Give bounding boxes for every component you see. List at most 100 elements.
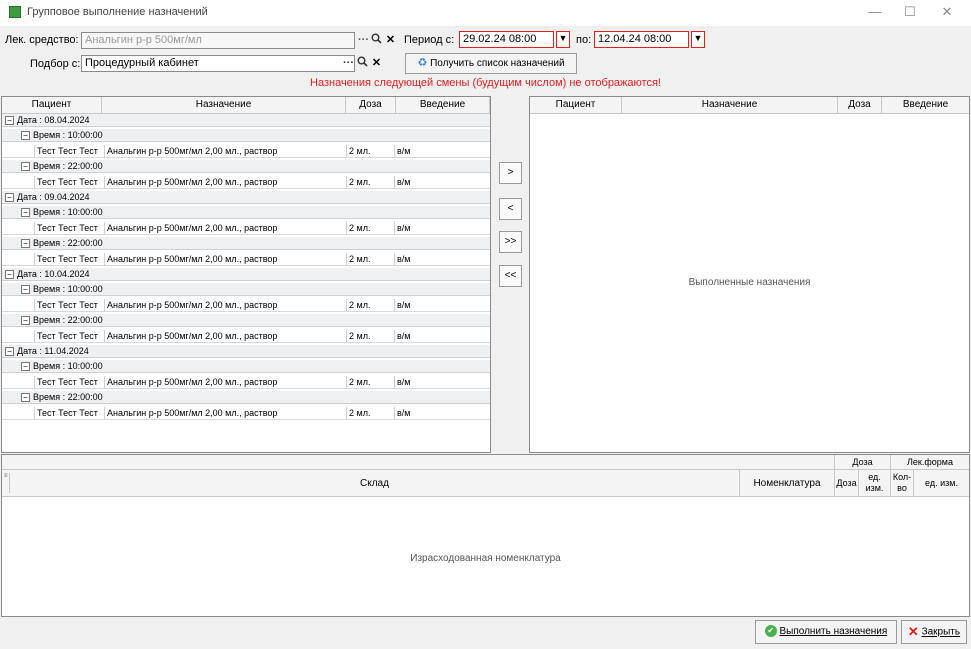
collapse-icon[interactable]: − bbox=[21, 239, 30, 249]
clear-icon[interactable]: ✕ bbox=[370, 56, 383, 71]
column-header[interactable]: Склад bbox=[10, 470, 740, 497]
patient-cell: Тест Тест Тест bbox=[34, 375, 104, 389]
column-header[interactable]: Доза bbox=[835, 470, 859, 497]
orders-grid-header: Пациент Назначение Доза Введение bbox=[2, 97, 490, 114]
time-group-row[interactable]: − Время : 22:00:00 bbox=[2, 160, 490, 174]
column-header[interactable]: Назначение bbox=[102, 97, 346, 114]
table-row[interactable]: Тест Тест Тест Анальгин р-р 500мг/мл 2,00… bbox=[2, 252, 490, 266]
time-group-row[interactable]: − Время : 10:00:00 bbox=[2, 129, 490, 143]
close-icon: ✕ bbox=[907, 624, 919, 639]
table-row[interactable]: Тест Тест Тест Анальгин р-р 500мг/мл 2,00… bbox=[2, 406, 490, 420]
date-group-row[interactable]: − Дата : 08.04.2024 bbox=[2, 114, 490, 127]
order-cell: Анальгин р-р 500мг/мл 2,00 мл., раствор bbox=[104, 406, 346, 420]
move-left-button[interactable]: < bbox=[499, 198, 522, 220]
collapse-icon[interactable]: − bbox=[21, 208, 30, 218]
collapse-icon[interactable]: − bbox=[21, 362, 30, 372]
maximize-button[interactable]: ☐ bbox=[893, 0, 927, 26]
chevron-down-icon[interactable]: ▼ bbox=[691, 31, 705, 48]
period-from-label: Период с: bbox=[404, 34, 455, 46]
collapse-icon[interactable]: − bbox=[21, 285, 30, 295]
patient-cell: Тест Тест Тест bbox=[34, 221, 104, 235]
column-header[interactable]: Пациент bbox=[530, 97, 622, 114]
dose-cell: 2 мл. bbox=[346, 329, 394, 343]
order-cell: Анальгин р-р 500мг/мл 2,00 мл., раствор bbox=[104, 221, 346, 235]
time-group-row[interactable]: − Время : 22:00:00 bbox=[2, 314, 490, 328]
order-cell: Анальгин р-р 500мг/мл 2,00 мл., раствор bbox=[104, 329, 346, 343]
column-header[interactable]: Доза bbox=[346, 97, 396, 114]
selection-field[interactable]: Процедурный кабинет bbox=[81, 55, 355, 72]
patient-cell: Тест Тест Тест bbox=[34, 144, 104, 158]
period-to-field[interactable]: 12.04.24 08:00 bbox=[594, 31, 689, 48]
collapse-icon[interactable]: − bbox=[5, 193, 14, 202]
time-group-row[interactable]: − Время : 22:00:00 bbox=[2, 237, 490, 251]
table-row[interactable]: Тест Тест Тест Анальгин р-р 500мг/мл 2,00… bbox=[2, 175, 490, 189]
collapse-icon[interactable]: − bbox=[21, 316, 30, 326]
chevron-down-icon[interactable]: ▼ bbox=[556, 31, 570, 48]
group-label: Время : 22:00:00 bbox=[33, 238, 103, 249]
time-group-row[interactable]: − Время : 10:00:00 bbox=[2, 206, 490, 220]
dose-group-header: Доза bbox=[835, 455, 891, 470]
table-row[interactable]: Тест Тест Тест Анальгин р-р 500мг/мл 2,00… bbox=[2, 375, 490, 389]
table-row[interactable]: Тест Тест Тест Анальгин р-р 500мг/мл 2,00… bbox=[2, 329, 490, 343]
column-header[interactable]: Номенклатура bbox=[740, 470, 835, 497]
header-line: Кол- bbox=[892, 472, 912, 482]
collapse-icon[interactable]: − bbox=[5, 347, 14, 356]
header-line: изм. bbox=[865, 483, 884, 493]
column-header[interactable]: Назначение bbox=[622, 97, 838, 114]
get-list-button[interactable]: ♻ Получить список назначений bbox=[405, 53, 577, 74]
move-right-button[interactable]: > bbox=[499, 162, 522, 184]
group-label: Время : 10:00:00 bbox=[33, 130, 103, 141]
completed-grid[interactable]: Пациент Назначение Доза Введение Выполне… bbox=[529, 96, 970, 453]
patient-cell: Тест Тест Тест bbox=[34, 329, 104, 343]
route-cell: в/м bbox=[394, 329, 490, 343]
column-header[interactable]: Кол-во bbox=[891, 470, 914, 497]
collapse-icon[interactable]: − bbox=[5, 270, 14, 279]
clear-icon[interactable]: ✕ bbox=[384, 33, 397, 48]
order-cell: Анальгин р-р 500мг/мл 2,00 мл., раствор bbox=[104, 375, 346, 389]
close-window-button[interactable]: ✕ bbox=[930, 0, 964, 26]
column-header[interactable]: Доза bbox=[838, 97, 882, 114]
time-group-row[interactable]: − Время : 22:00:00 bbox=[2, 391, 490, 405]
column-header[interactable]: Введение bbox=[396, 97, 490, 114]
column-header[interactable]: Введение bbox=[882, 97, 969, 114]
route-cell: в/м bbox=[394, 175, 490, 189]
orders-grid[interactable]: Пациент Назначение Доза Введение − Дата :… bbox=[1, 96, 491, 453]
date-group-row[interactable]: − Дата : 09.04.2024 bbox=[2, 191, 490, 204]
table-row[interactable]: Тест Тест Тест Анальгин р-р 500мг/мл 2,00… bbox=[2, 144, 490, 158]
collapse-icon[interactable]: − bbox=[21, 162, 30, 172]
close-button[interactable]: ✕ Закрыть bbox=[901, 620, 967, 644]
get-list-label: Получить список назначений bbox=[430, 58, 565, 69]
completed-placeholder: Выполненные назначения bbox=[688, 277, 811, 288]
search-icon[interactable] bbox=[370, 33, 383, 48]
nomenclature-grid[interactable]: Доза Лек.форма ≡ Склад Номенклатура Доза… bbox=[1, 454, 970, 617]
time-group-row[interactable]: − Время : 10:00:00 bbox=[2, 283, 490, 297]
ellipsis-icon[interactable]: ··· bbox=[357, 33, 370, 48]
collapse-icon[interactable]: − bbox=[5, 116, 14, 125]
move-all-left-button[interactable]: << bbox=[499, 265, 522, 287]
table-row[interactable]: Тест Тест Тест Анальгин р-р 500мг/мл 2,00… bbox=[2, 298, 490, 312]
ellipsis-icon[interactable]: ··· bbox=[342, 56, 355, 71]
order-cell: Анальгин р-р 500мг/мл 2,00 мл., раствор bbox=[104, 298, 346, 312]
route-cell: в/м bbox=[394, 298, 490, 312]
selection-label: Подбор с: bbox=[30, 58, 81, 70]
patient-cell: Тест Тест Тест bbox=[34, 406, 104, 420]
move-all-right-button[interactable]: >> bbox=[499, 231, 522, 253]
drug-field[interactable]: Анальгин р-р 500мг/мл bbox=[81, 32, 355, 49]
column-header[interactable]: ед. изм. bbox=[859, 470, 891, 497]
period-from-field[interactable]: 29.02.24 08:00 bbox=[459, 31, 554, 48]
time-group-row[interactable]: − Время : 10:00:00 bbox=[2, 360, 490, 374]
order-cell: Анальгин р-р 500мг/мл 2,00 мл., раствор bbox=[104, 175, 346, 189]
collapse-icon[interactable]: − bbox=[21, 131, 30, 141]
date-group-row[interactable]: − Дата : 11.04.2024 bbox=[2, 345, 490, 358]
route-cell: в/м bbox=[394, 221, 490, 235]
minimize-button[interactable]: — bbox=[858, 0, 892, 26]
refresh-icon: ♻ bbox=[417, 57, 428, 69]
execute-button[interactable]: ✔ Выполнить назначения bbox=[755, 620, 897, 644]
date-group-row[interactable]: − Дата : 10.04.2024 bbox=[2, 268, 490, 281]
search-icon[interactable] bbox=[356, 56, 369, 71]
column-header[interactable]: Пациент bbox=[2, 97, 102, 114]
table-row[interactable]: Тест Тест Тест Анальгин р-р 500мг/мл 2,00… bbox=[2, 221, 490, 235]
group-label: Время : 10:00:00 bbox=[33, 284, 103, 295]
collapse-icon[interactable]: − bbox=[21, 393, 30, 403]
column-header[interactable]: ед. изм. bbox=[914, 470, 969, 497]
